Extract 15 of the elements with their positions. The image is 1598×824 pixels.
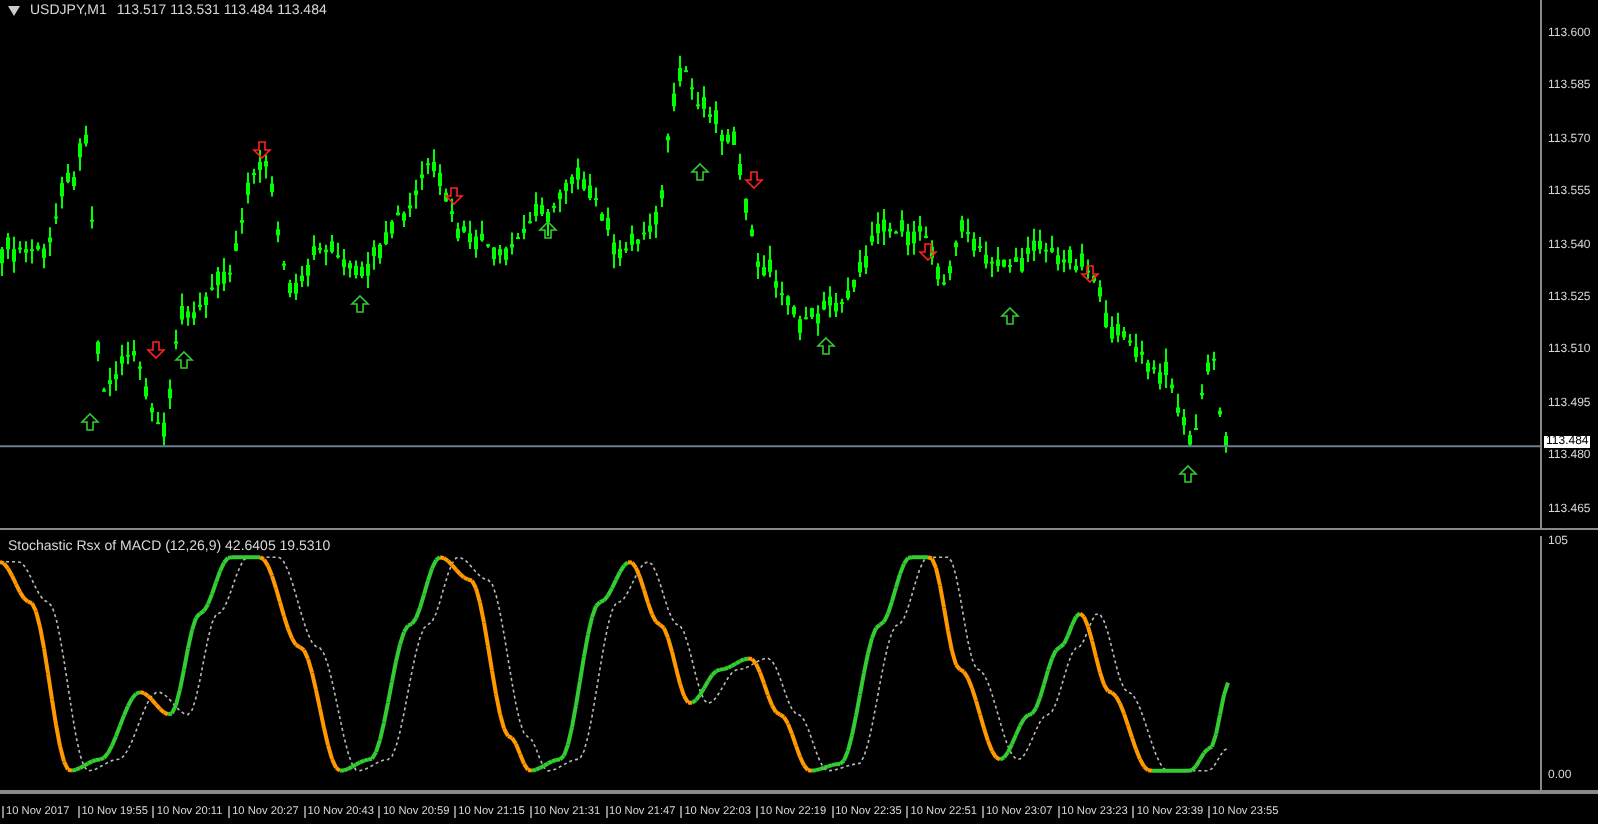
down-arrow-icon xyxy=(252,141,272,160)
down-arrow-icon xyxy=(918,243,938,262)
down-arrow-icon xyxy=(1080,265,1100,284)
down-arrow-icon xyxy=(146,341,166,360)
up-arrow-icon xyxy=(1000,306,1020,325)
down-arrow-icon xyxy=(444,187,464,206)
up-arrow-icon xyxy=(816,336,836,355)
up-arrow-icon xyxy=(538,220,558,239)
down-arrow-icon xyxy=(744,171,764,190)
dropdown-icon[interactable] xyxy=(8,6,20,16)
up-arrow-icon xyxy=(80,412,100,431)
up-arrow-icon xyxy=(690,162,710,181)
up-arrow-icon xyxy=(350,294,370,313)
up-arrow-icon xyxy=(174,350,194,369)
up-arrow-icon xyxy=(1178,464,1198,483)
